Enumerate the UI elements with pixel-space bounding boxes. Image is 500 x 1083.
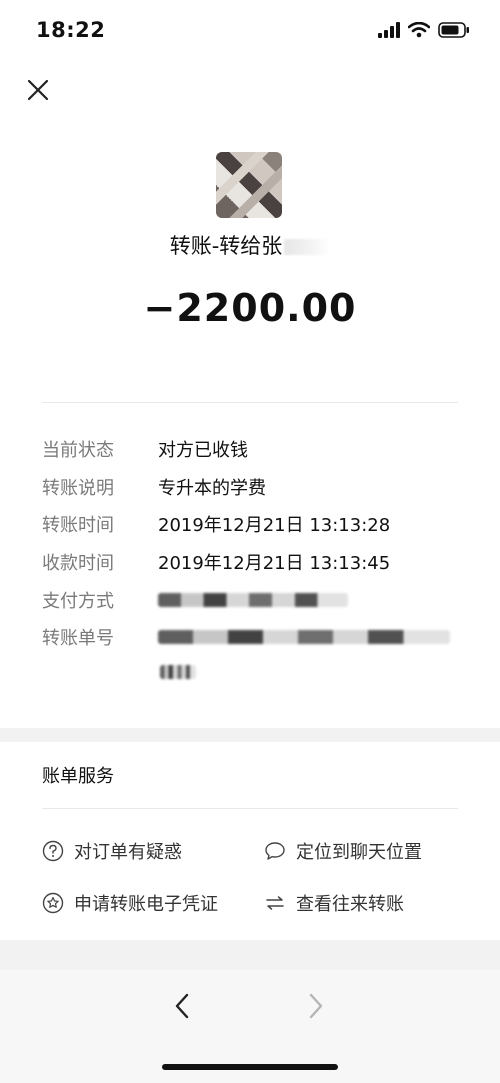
apply-e-voucher-label: 申请转账电子凭证 <box>74 894 218 915</box>
bill-services-title: 账单服务 <box>42 766 114 787</box>
detail-value: 2019年12月21日 13:13:45 <box>158 553 391 574</box>
chevron-right-icon <box>309 993 323 1019</box>
divider <box>42 402 458 403</box>
close-icon <box>27 79 49 101</box>
apply-e-voucher-link[interactable]: 申请转账电子凭证 <box>42 890 218 916</box>
status-bar: 18:22 <box>0 0 500 60</box>
chat-bubble-icon <box>264 840 286 862</box>
detail-row-note: 转账说明 专升本的学费 <box>42 472 266 502</box>
detail-label: 转账时间 <box>42 515 114 536</box>
status-time: 18:22 <box>36 18 106 42</box>
detail-label: 支付方式 <box>42 591 114 612</box>
order-question-label: 对订单有疑惑 <box>74 842 182 863</box>
redacted-transfer-id-continued <box>160 665 196 679</box>
order-question-link[interactable]: 对订单有疑惑 <box>42 838 182 864</box>
detail-value: 对方已收钱 <box>158 440 248 461</box>
detail-value: 2019年12月21日 13:13:28 <box>158 515 391 536</box>
redacted-name <box>284 239 331 255</box>
view-transfers-label: 查看往来转账 <box>296 894 404 915</box>
transfer-detail-card: 转账-转给张 −2200.00 当前状态 对方已收钱 转账说明 专升本的学费 转… <box>0 60 500 728</box>
detail-label: 转账单号 <box>42 628 114 649</box>
detail-row-transfer-id: 转账单号 <box>42 622 450 652</box>
view-transfers-link[interactable]: 查看往来转账 <box>264 890 404 916</box>
status-icons <box>378 20 470 40</box>
swap-arrows-icon <box>264 892 286 914</box>
detail-label: 转账说明 <box>42 478 114 499</box>
bottom-navigation <box>0 970 500 1083</box>
close-button[interactable] <box>22 74 54 106</box>
cellular-signal-icon <box>378 22 400 38</box>
star-circle-icon <box>42 892 64 914</box>
detail-row-transfer-time: 转账时间 2019年12月21日 13:13:28 <box>42 509 390 539</box>
detail-row-status: 当前状态 对方已收钱 <box>42 434 248 464</box>
chevron-left-icon <box>175 993 189 1019</box>
battery-icon <box>438 22 469 38</box>
redacted-transfer-id <box>158 630 450 644</box>
forward-button[interactable] <box>298 988 334 1024</box>
detail-row-payment-method: 支付方式 <box>42 585 348 615</box>
transfer-amount: −2200.00 <box>143 286 357 330</box>
divider <box>42 808 458 809</box>
avatar <box>216 152 282 218</box>
detail-row-receive-time: 收款时间 2019年12月21日 13:13:45 <box>42 547 390 577</box>
detail-label: 当前状态 <box>42 440 114 461</box>
redacted-payment-method <box>158 593 348 607</box>
back-button[interactable] <box>164 988 200 1024</box>
question-circle-icon <box>42 840 64 862</box>
transfer-title-text: 转账-转给张 <box>169 234 283 258</box>
detail-value: 专升本的学费 <box>158 478 266 499</box>
wifi-icon <box>408 22 430 38</box>
transfer-title: 转账-转给张 <box>0 230 500 260</box>
detail-label: 收款时间 <box>42 553 114 574</box>
bill-services-card: 账单服务 对订单有疑惑 定位到聊天位置 申请转账电子凭证 查看往来转账 <box>0 742 500 940</box>
locate-chat-label: 定位到聊天位置 <box>296 842 422 863</box>
home-indicator[interactable] <box>162 1064 338 1070</box>
locate-chat-link[interactable]: 定位到聊天位置 <box>264 838 422 864</box>
